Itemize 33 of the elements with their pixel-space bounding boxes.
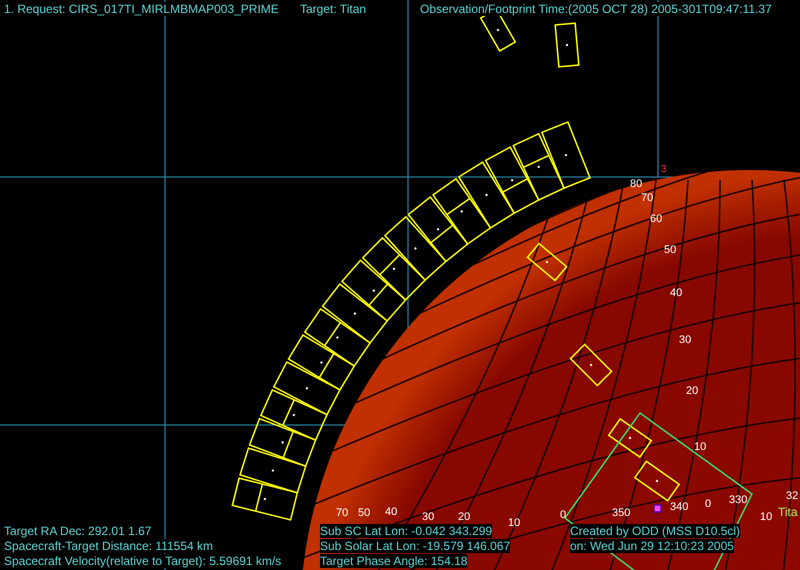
info-text: Spacecraft-Target Distance: 111554 km — [4, 539, 213, 553]
longitude-label: 30 — [422, 510, 434, 524]
info-text: Target RA Dec: 292.01 1.67 — [4, 524, 152, 538]
latitude-label: 40 — [670, 286, 682, 300]
latitude-label: 30 — [679, 333, 692, 347]
info-text: Spacecraft Velocity(relative to Target): 5.59691 km/s — [4, 554, 282, 568]
info-text: Target Phase Angle: 154.18 — [320, 554, 468, 568]
observation-time-label: Observation/Footprint Time:(2005 OCT 28) 2005-301T09:47:11.37 — [420, 2, 772, 16]
longitude-label: 10 — [508, 516, 520, 530]
latitude-label: 20 — [686, 384, 698, 398]
longitude-label: 40 — [385, 505, 398, 519]
longitude-label: 20 — [458, 510, 470, 524]
longitude-label: 0 — [705, 497, 712, 511]
body-name-label: Tita — [778, 505, 798, 519]
longitude-label: 10 — [760, 510, 772, 524]
info-text: Sub Solar Lat Lon: -19.579 146.067 — [320, 539, 510, 553]
longitude-label: 32 — [786, 489, 798, 503]
info-text: Sub SC Lat Lon: -0.042 343.299 — [320, 524, 492, 538]
request-label: 1. Request: CIRS_017TI_MIRLMBMAP003_PRIME — [4, 2, 279, 16]
longitude-label: 340 — [670, 500, 688, 514]
longitude-label: 330 — [729, 493, 748, 507]
latitude-label: 10 — [694, 440, 706, 454]
longitude-label: 0 — [560, 508, 566, 522]
info-text: Created by ODD (MSS D10.5cl) — [570, 524, 740, 538]
longitude-label: 70 — [336, 506, 348, 520]
target-label: Target: Titan — [300, 2, 366, 16]
latitude-label: 50 — [664, 243, 676, 257]
latitude-label: 70 — [641, 191, 654, 205]
longitude-label: 50 — [358, 506, 370, 520]
subspacecraft-point-icon — [653, 504, 662, 513]
corner-marker-label: 3 — [661, 164, 667, 175]
longitude-label: 350 — [612, 506, 630, 520]
info-text: on: Wed Jun 29 12:10:23 2005 — [570, 539, 734, 553]
